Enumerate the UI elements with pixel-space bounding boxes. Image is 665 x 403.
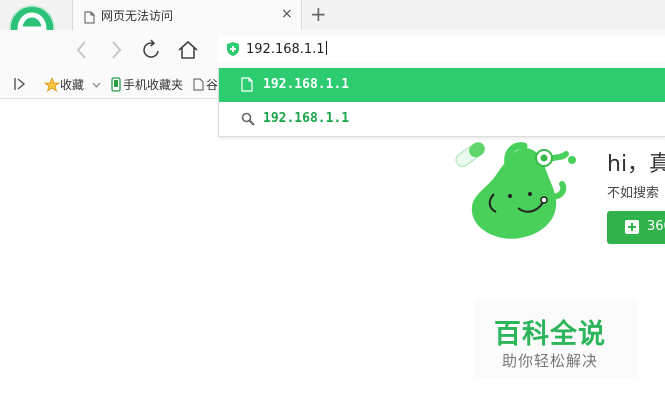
text-caret	[325, 41, 327, 55]
suggestion-text: 192.168.1.1	[263, 77, 350, 92]
sidebar-toggle-icon[interactable]	[14, 76, 26, 95]
bookmark-label: 谷	[206, 78, 219, 92]
refresh-icon[interactable]	[140, 38, 164, 62]
address-bar[interactable]: 192.168.1.1	[218, 36, 665, 62]
search-icon	[241, 111, 255, 130]
mascot-illustration	[448, 134, 590, 246]
address-input[interactable]: 192.168.1.1	[246, 41, 327, 57]
watermark: 百科全说 助你轻松解决	[474, 300, 638, 378]
back-icon[interactable]	[70, 38, 94, 62]
watermark-subtitle: 助你轻松解决	[502, 352, 599, 370]
suggestion-item-search[interactable]: 192.168.1.1	[219, 102, 665, 136]
page-icon	[193, 78, 204, 91]
star-icon	[43, 76, 61, 92]
chevron-down-icon	[92, 82, 101, 88]
plus-icon	[625, 220, 639, 234]
watermark-title: 百科全说	[494, 319, 606, 350]
phone-icon	[111, 77, 121, 92]
bookmark-favorites[interactable]: 收藏	[43, 76, 101, 93]
tab-close-icon[interactable]: ×	[281, 7, 293, 21]
bookmark-label: 手机收藏夹	[123, 78, 184, 92]
shield-icon[interactable]	[226, 41, 240, 61]
360-button[interactable]: 360	[607, 211, 665, 244]
bookmark-mobile[interactable]: 手机收藏夹	[111, 76, 183, 93]
page-icon	[84, 9, 95, 28]
greeting-heading: hi，真	[607, 152, 665, 177]
home-icon[interactable]	[176, 38, 200, 62]
suggestion-item-selected[interactable]: 192.168.1.1	[219, 68, 665, 102]
greeting-subtext: 不如搜索	[607, 186, 660, 201]
address-suggestions: 192.168.1.1 192.168.1.1	[218, 68, 665, 137]
bookmark-gu[interactable]: 谷	[193, 76, 218, 93]
tab-title: 网页无法访问	[101, 9, 174, 23]
forward-icon[interactable]	[104, 38, 128, 62]
page-icon	[241, 77, 253, 96]
browser-tab[interactable]: 网页无法访问 ×	[72, 0, 302, 31]
new-tab-button[interactable]: +	[310, 4, 327, 24]
360-button-label: 360	[647, 219, 665, 234]
bookmark-label: 收藏	[60, 78, 85, 92]
suggestion-text: 192.168.1.1	[263, 111, 350, 126]
